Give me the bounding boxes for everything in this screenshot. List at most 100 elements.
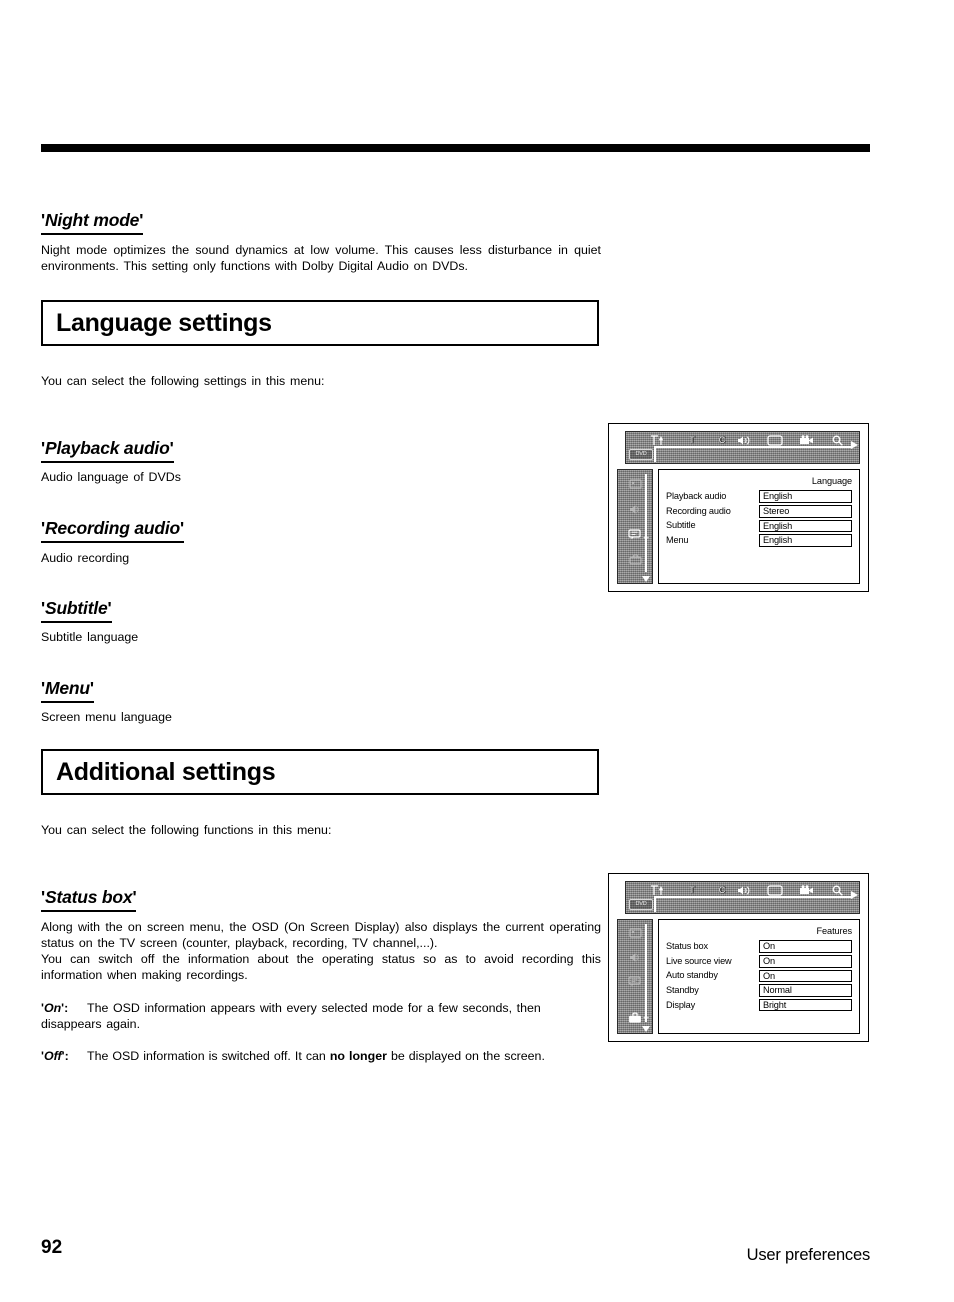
camcorder-icon[interactable]	[799, 884, 831, 896]
osd-row[interactable]: Standby Normal	[666, 984, 852, 997]
sidebar-scroll-rail[interactable]	[645, 924, 647, 1022]
playback-audio-description: Audio language of DVDs	[41, 470, 181, 484]
osd-toolbar-second-row	[626, 897, 859, 913]
osd-row[interactable]: Playback audio English	[666, 490, 852, 503]
tools-icon[interactable]	[649, 884, 677, 896]
tv-screen-icon[interactable]	[767, 884, 799, 896]
sidebar-scroll-down-icon[interactable]	[642, 576, 650, 582]
picture-icon[interactable]	[626, 475, 644, 493]
speaker-icon[interactable]	[737, 435, 767, 446]
osd-toolbar-underline	[654, 896, 852, 898]
osd-toolbar: T C DVD	[625, 431, 860, 464]
status-box-option-off-label: Off	[43, 1049, 62, 1063]
osd-toolbar-underline	[654, 446, 852, 448]
night-mode-paragraph: Night mode optimizes the sound dynamics …	[41, 243, 601, 274]
tools-icon[interactable]	[649, 434, 677, 446]
osd-row-label: Live source view	[666, 955, 732, 966]
osd-toolbar-divider	[654, 896, 656, 912]
status-box-heading-wrap: 'Status box'	[41, 887, 601, 912]
clock-c-icon[interactable]: C	[707, 435, 737, 445]
osd-row-value[interactable]: Bright	[759, 998, 852, 1012]
menu-heading: 'Menu'	[41, 678, 94, 703]
quote-close: '	[139, 210, 144, 230]
additional-settings-title-box: Additional settings	[41, 749, 599, 795]
features-toolbox-icon[interactable]	[626, 550, 644, 568]
language-bubble-icon[interactable]	[626, 973, 644, 990]
additional-settings-intro-wrap: You can select the following functions i…	[41, 822, 601, 838]
osd-row[interactable]: Menu English	[666, 534, 852, 547]
off-desc-post: be displayed on the screen.	[386, 1049, 545, 1063]
playback-audio-desc-wrap: Audio language of DVDs	[41, 469, 601, 485]
additional-settings-title: Additional settings	[56, 757, 276, 786]
timer-t-icon[interactable]: T	[677, 885, 707, 895]
osd-row[interactable]: Live source view On	[666, 954, 852, 968]
night-mode-paragraph-wrap: Night mode optimizes the sound dynamics …	[41, 242, 601, 275]
osd-row-value[interactable]: Stereo	[759, 504, 852, 518]
camcorder-icon[interactable]	[799, 434, 831, 446]
dvd-badge: DVD	[629, 899, 653, 910]
footer-section-title: User preferences	[746, 1246, 871, 1264]
status-box-option-on: 'On': The OSD information appears with e…	[41, 1000, 601, 1033]
tv-screen-icon[interactable]	[767, 434, 799, 446]
recording-audio-heading-wrap: 'Recording audio'	[41, 518, 601, 543]
status-box-paragraph-2: You can switch off the information about…	[41, 952, 601, 983]
sidebar-scroll-rail[interactable]	[645, 474, 647, 572]
additional-settings-intro: You can select the following functions i…	[41, 823, 332, 837]
osd-row-value[interactable]: On	[759, 969, 852, 983]
osd-row[interactable]: Subtitle English	[666, 519, 852, 533]
speaker-icon[interactable]	[737, 885, 767, 896]
osd-row-value[interactable]: English	[759, 519, 852, 533]
osd-row-label: Subtitle	[666, 520, 696, 531]
osd-row-value[interactable]: English	[759, 534, 852, 547]
osd-row-value[interactable]: Normal	[759, 984, 852, 997]
toolbar-right-arrow-icon[interactable]	[851, 441, 858, 449]
quote-close: '	[169, 438, 174, 458]
sidebar-scroll-down-icon[interactable]	[642, 1026, 650, 1032]
sidebar-selection-marker: ↔	[641, 1011, 651, 1021]
language-settings-title: Language settings	[56, 308, 272, 337]
osd-row[interactable]: Status box On	[666, 940, 852, 953]
playback-audio-heading: 'Playback audio'	[41, 438, 174, 463]
recording-audio-description: Audio recording	[41, 551, 130, 565]
osd-row[interactable]: Display Bright	[666, 998, 852, 1012]
language-settings-title-box: Language settings	[41, 300, 599, 346]
quote-close: ':	[61, 1001, 69, 1015]
status-box-option-off-description: The OSD information is switched off. It …	[87, 1049, 545, 1063]
sound-speaker-icon[interactable]	[626, 500, 644, 518]
recording-audio-heading: 'Recording audio'	[41, 518, 184, 543]
osd-row-value[interactable]: English	[759, 490, 852, 503]
status-box-paragraph-1: Along with the on screen menu, the OSD (…	[41, 920, 601, 951]
subtitle-heading-text: Subtitle	[44, 598, 108, 618]
clock-c-icon[interactable]: C	[707, 885, 737, 895]
osd-row-label: Playback audio	[666, 491, 727, 502]
osd-screenshot-language: T C DVD ↔ Language Playback audio Englis…	[608, 423, 869, 592]
playback-audio-heading-text: Playback audio	[44, 438, 170, 458]
osd-settings-panel: Features Status box On Live source view …	[658, 919, 860, 1034]
status-box-paragraph-1-wrap: Along with the on screen menu, the OSD (…	[41, 919, 601, 952]
osd-sidebar: ↔	[617, 919, 653, 1034]
picture-icon[interactable]	[626, 925, 644, 942]
toolbar-right-arrow-icon[interactable]	[851, 891, 858, 899]
osd-row-value[interactable]: On	[759, 954, 852, 968]
status-box-option-on-label: On	[43, 1001, 62, 1015]
off-desc-emphasis: no longer	[329, 1049, 387, 1063]
menu-heading-text: Menu	[44, 678, 90, 698]
osd-row[interactable]: Auto standby On	[666, 969, 852, 983]
subtitle-desc-wrap: Subtitle language	[41, 629, 601, 645]
status-box-option-on-term: 'On':	[41, 1000, 87, 1016]
language-settings-intro-wrap: You can select the following settings in…	[41, 373, 601, 389]
status-box-option-off: 'Off': The OSD information is switched o…	[41, 1048, 601, 1064]
osd-toolbar: T C DVD	[625, 881, 860, 914]
timer-t-icon[interactable]: T	[677, 435, 707, 445]
quote-close: '	[132, 887, 137, 907]
quote-close: '	[89, 678, 94, 698]
osd-row-label: Recording audio	[666, 505, 731, 516]
status-box-option-off-term: 'Off':	[41, 1048, 87, 1064]
osd-toolbar-divider	[654, 446, 656, 462]
osd-row-value[interactable]: On	[759, 940, 852, 953]
osd-toolbar-second-row	[626, 447, 859, 463]
sound-speaker-icon[interactable]	[626, 949, 644, 966]
menu-heading-wrap: 'Menu'	[41, 678, 601, 703]
status-box-heading-text: Status box	[44, 887, 133, 907]
osd-row[interactable]: Recording audio Stereo	[666, 504, 852, 518]
